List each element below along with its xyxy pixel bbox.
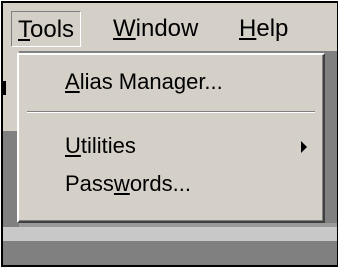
menu-help-label: elp [256, 15, 289, 42]
menu-tools-accel: T [18, 16, 30, 43]
alias-manager-label: lias Manager... [79, 69, 223, 94]
toolbar-grip [3, 81, 6, 95]
menu-help-accel: H [239, 15, 257, 42]
passwords-label-start: Pass [65, 171, 114, 196]
utilities-accel: U [65, 133, 81, 158]
menu-help[interactable]: Help [233, 11, 294, 47]
utilities-label: tilities [80, 133, 136, 158]
background-band [3, 227, 337, 241]
tools-dropdown-menu: Alias Manager... Utilities Passwords... [17, 53, 325, 223]
menu-separator [27, 111, 315, 113]
menu-window-accel: W [113, 15, 136, 42]
alias-manager-accel: A [65, 69, 80, 94]
submenu-arrow-icon [301, 141, 307, 153]
menu-item-passwords[interactable]: Passwords... [19, 167, 323, 201]
menu-tools[interactable]: Tools [11, 11, 82, 47]
menu-bar: Tools Window Help [3, 3, 337, 51]
menu-item-utilities[interactable]: Utilities [19, 129, 323, 163]
menu-item-alias-manager[interactable]: Alias Manager... [19, 65, 323, 99]
passwords-accel: w [113, 171, 130, 196]
passwords-label-end: ords... [129, 171, 191, 196]
menu-tools-label: ools [30, 16, 75, 43]
menu-window[interactable]: Window [107, 11, 204, 47]
screenshot-frame: Tools Window Help Alias Manager... Utili… [1, 1, 338, 267]
menu-window-label: indow [135, 15, 199, 42]
